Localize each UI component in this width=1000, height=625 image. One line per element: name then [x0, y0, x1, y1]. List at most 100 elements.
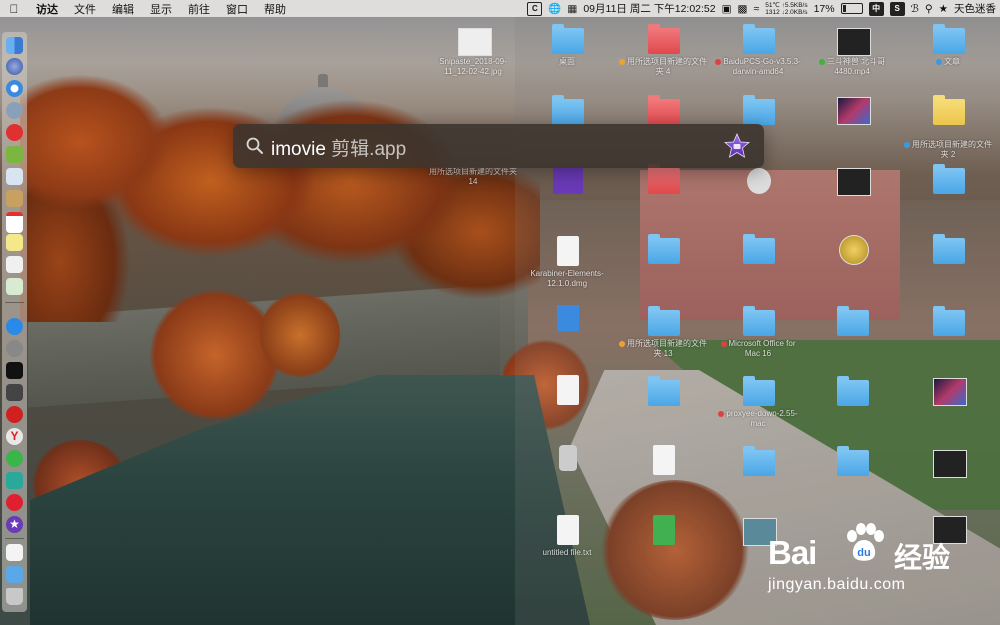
desktop-icon-karabiner[interactable] [618, 234, 708, 318]
folder-icon [648, 234, 680, 264]
desktop-icon-office[interactable]: Microsoft Office for Mac 16 [713, 306, 803, 390]
desktop-icon-snipaste[interactable]: Snipaste_2018-09-11_12-02-42.jpg [428, 28, 518, 108]
desktop-icon-karabiner-dmg[interactable]: Karabiner-Elements-12.1.0.dmg [522, 236, 612, 316]
network-speed[interactable]: 51℃ ↑5.5KB/s 1312 ↓2.0KB/s [765, 2, 807, 16]
folder-icon [933, 306, 965, 336]
wifi-icon[interactable]: ≈ [753, 3, 759, 15]
imovie-icon[interactable]: ★ [6, 516, 23, 533]
input-method-icon[interactable]: 中 [868, 1, 884, 16]
vpn-icon[interactable]: ▩ [738, 3, 748, 15]
safari-icon[interactable] [6, 80, 23, 97]
yandex-icon[interactable]: Y [6, 428, 23, 445]
status-area: C 🌐 ▦ 09月11日 周二 下午12:02:52 ▣ ▩ ≈ 51℃ ↑5.… [527, 0, 996, 17]
desktop-icon-row3-folder[interactable] [903, 164, 993, 248]
icon-label-text: 文章 [944, 57, 960, 66]
app-teal-icon[interactable] [6, 472, 23, 489]
desktop-icon-row3-app[interactable] [713, 168, 803, 248]
siri-icon[interactable] [6, 58, 23, 75]
desktop-icon-row7-doc[interactable] [618, 445, 708, 525]
app-store-icon[interactable] [6, 318, 23, 335]
terminal-icon[interactable] [6, 362, 23, 379]
icon-label: BaiduPCS-Go-v3.5.3-darwin-amd64 [713, 57, 803, 77]
calendar-icon[interactable] [6, 212, 23, 233]
icon-label: Microsoft Office for Mac 16 [713, 339, 803, 359]
icon-label-text: 用所选项目新建的文件夹 2 [912, 140, 992, 159]
activity-monitor-icon[interactable] [6, 384, 23, 401]
datetime[interactable]: 09月11日 周二 下午12:02:52 [583, 1, 715, 16]
icon-label: Karabiner-Elements-12.1.0.dmg [530, 269, 604, 288]
desktop-icon-baidupcs[interactable]: BaiduPCS-Go-v3.5.3-darwin-amd64 [713, 24, 803, 108]
grid-icon[interactable]: ▦ [567, 3, 577, 15]
watermark-url: jingyan.baidu.com [768, 576, 906, 593]
spotlight-search-bar[interactable]: imovie 剪辑.app [233, 124, 764, 168]
document-icon[interactable] [6, 544, 23, 561]
folder-icon [552, 95, 584, 125]
app-red-icon[interactable] [6, 124, 23, 141]
menu-help[interactable]: 帮助 [256, 1, 294, 17]
usb-icon [559, 445, 577, 471]
desktop-icon-row8-video[interactable] [618, 515, 708, 595]
search-icon[interactable]: ⚲ [925, 3, 933, 15]
bluetooth-icon[interactable]: ℬ [911, 3, 919, 15]
bush [150, 290, 280, 420]
desktop-icon-finder[interactable] [807, 235, 897, 315]
icon-label-text: Microsoft Office for Mac 16 [728, 339, 796, 358]
desktop-icon-installer[interactable] [522, 305, 612, 385]
folder-icon [648, 306, 680, 336]
preview-icon[interactable] [6, 168, 23, 185]
finder-icon[interactable] [6, 37, 23, 54]
desktop-icon-row6-folder-b[interactable] [807, 376, 897, 460]
star-icon[interactable]: ★ [939, 3, 948, 15]
menu-view[interactable]: 显示 [142, 1, 180, 17]
user-name[interactable]: 天色迷香 [954, 1, 996, 16]
folder-icon [933, 164, 965, 194]
imovie-star-icon[interactable] [724, 133, 750, 159]
icon-label: 用所选项目新建的文件夹 4 [618, 57, 708, 77]
vivaldi-icon[interactable] [6, 406, 23, 423]
folder-icon [933, 95, 965, 125]
desktop-icon-proxyee[interactable]: proxyee-down-2.55-mac [713, 376, 803, 460]
reminders-icon[interactable] [6, 256, 23, 273]
desktop-icon-video[interactable]: 三斗神兽 北斗哥 4480.mp4 [807, 28, 897, 108]
launchpad-icon[interactable] [6, 102, 23, 119]
desktop-icon-desktop-folder[interactable]: 桌面 [522, 24, 612, 108]
desktop-icon-row4-folder[interactable] [713, 234, 803, 318]
icon-label: proxyee-down-2.55-mac [713, 409, 803, 429]
contacts-icon[interactable] [6, 190, 23, 207]
image-thumbnail-icon [933, 450, 967, 478]
c-app-icon[interactable]: C [527, 1, 543, 16]
android-icon[interactable] [6, 146, 23, 163]
desktop-icon-row6-thumb[interactable] [903, 378, 993, 458]
menu-edit[interactable]: 编辑 [104, 1, 142, 17]
s-app-icon[interactable]: S [889, 1, 905, 16]
folder-icon [743, 95, 775, 125]
desktop-icon-row7-usb[interactable] [522, 445, 612, 525]
weibo-icon[interactable] [6, 494, 23, 511]
video-thumbnail-icon [837, 168, 871, 196]
trash-icon[interactable] [6, 588, 23, 605]
system-preferences-icon[interactable] [6, 340, 23, 357]
downloads-folder-icon[interactable] [6, 566, 23, 583]
desktop-icon-folder-13[interactable]: 用所选项目新建的文件夹 13 [618, 306, 708, 390]
spotlight-input[interactable]: imovie 剪辑.app [271, 134, 406, 161]
spotlight-typed-text: imovie [271, 139, 326, 160]
desktop-icon-row5-folder[interactable] [807, 306, 897, 390]
desktop-icon-untitled-txt[interactable]: untitled file.txt [522, 515, 612, 595]
menu-go[interactable]: 前往 [180, 1, 218, 17]
desktop-icon-row3-red-folder[interactable] [618, 164, 708, 248]
battery-icon[interactable] [840, 3, 863, 14]
desktop-icon-articles[interactable]: 文章 [903, 24, 993, 108]
menu-file[interactable]: 文件 [66, 1, 104, 17]
display-icon[interactable]: ▣ [722, 3, 732, 15]
desktop-icon-row4-folder-b[interactable] [903, 234, 993, 318]
menu-finder[interactable]: 访达 [28, 1, 66, 17]
desktop-icon-folder-4[interactable]: 用所选项目新建的文件夹 4 [618, 24, 708, 108]
apple-menu-icon[interactable]:  [0, 2, 28, 16]
notes-icon[interactable] [6, 234, 23, 251]
menu-window[interactable]: 窗口 [218, 1, 256, 17]
desktop-icon-row2-thumb[interactable] [807, 97, 897, 177]
maps-icon[interactable] [6, 278, 23, 295]
desktop-icon-row6-doc[interactable] [522, 375, 612, 455]
wechat-icon[interactable] [6, 450, 23, 467]
globe-icon[interactable]: 🌐 [548, 2, 561, 15]
